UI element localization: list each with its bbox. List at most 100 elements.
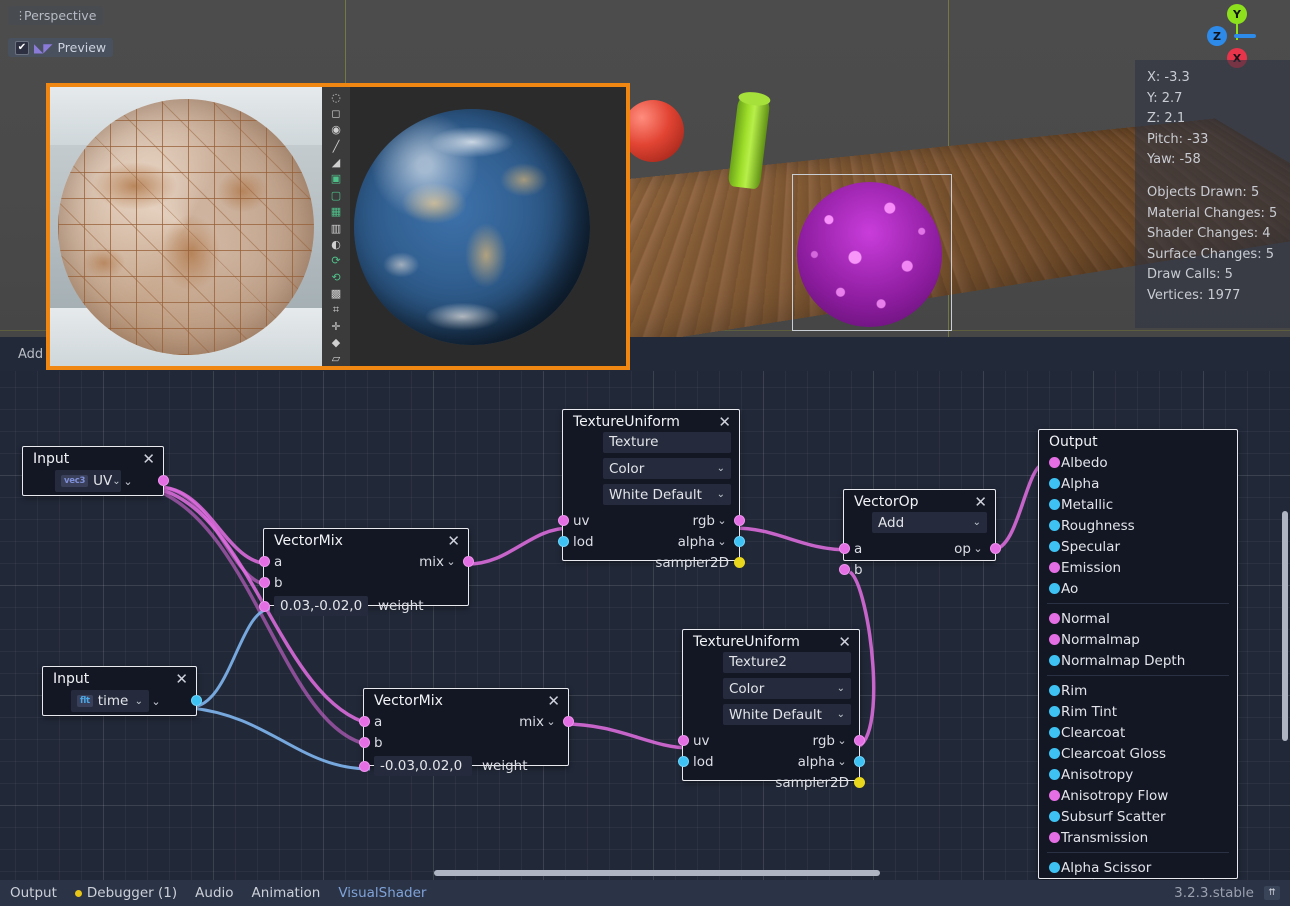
node-title-bar[interactable]: Output bbox=[1039, 430, 1237, 452]
output-port-row[interactable]: Ao bbox=[1039, 578, 1237, 599]
input-port-weight[interactable] bbox=[259, 601, 270, 612]
output-port-dot[interactable] bbox=[1049, 811, 1060, 822]
chevron-down-icon[interactable]: ⌄ bbox=[717, 463, 725, 474]
close-icon[interactable]: ✕ bbox=[175, 672, 188, 686]
output-port-alpha[interactable] bbox=[854, 756, 865, 767]
port-expand-caret[interactable]: ⌄ bbox=[444, 555, 458, 568]
input-port-a[interactable] bbox=[359, 716, 370, 727]
output-port-row[interactable]: Subsurf Scatter bbox=[1039, 806, 1237, 827]
input-source-select[interactable]: flt time ⌄ bbox=[71, 690, 149, 712]
refresh-icon[interactable]: ⟳ bbox=[326, 254, 346, 268]
output-port-rgb[interactable] bbox=[734, 515, 745, 526]
select-mode-icon[interactable]: ◌ bbox=[326, 90, 346, 104]
output-port-row[interactable]: Clearcoat Gloss bbox=[1039, 743, 1237, 764]
output-port-dot[interactable] bbox=[1049, 520, 1060, 531]
output-port-uv[interactable] bbox=[158, 475, 169, 486]
output-port-rgb[interactable] bbox=[854, 735, 865, 746]
output-port-row[interactable]: Anisotropy bbox=[1039, 764, 1237, 785]
port-expand-caret[interactable]: ⌄ bbox=[715, 535, 729, 548]
mesh-icon[interactable]: ◆ bbox=[326, 335, 346, 349]
output-port-dot[interactable] bbox=[1049, 499, 1060, 510]
snap-icon[interactable]: ◢ bbox=[326, 155, 346, 169]
light-icon[interactable]: ◐ bbox=[326, 237, 346, 251]
close-icon[interactable]: ✕ bbox=[838, 635, 851, 649]
chevron-down-icon[interactable]: ⌄ bbox=[837, 683, 845, 694]
output-port-dot[interactable] bbox=[1049, 748, 1060, 759]
panel-tab-audio[interactable]: Audio bbox=[195, 885, 233, 901]
node-title-bar[interactable]: TextureUniform ✕ bbox=[683, 630, 859, 652]
axis-gizmo[interactable]: Y Z X bbox=[1206, 4, 1268, 66]
preview-toggle-button[interactable]: ✔ ◣◤ Preview bbox=[8, 38, 113, 57]
chevron-down-icon[interactable]: ⌄ bbox=[837, 709, 845, 720]
weight-input[interactable]: 0.03,-0.02,0 bbox=[274, 596, 368, 616]
output-port-row[interactable]: Normalmap Depth bbox=[1039, 650, 1237, 671]
node-title-bar[interactable]: VectorMix ✕ bbox=[364, 689, 568, 711]
output-port-row[interactable]: Alpha bbox=[1039, 473, 1237, 494]
node-vectormix-1[interactable]: VectorMix ✕ a mix ⌄ b 0.03,-0.02,0 weigh… bbox=[263, 528, 469, 606]
output-port-dot[interactable] bbox=[1049, 790, 1060, 801]
input-port-a[interactable] bbox=[259, 556, 270, 567]
gizmo-axis-z[interactable]: Z bbox=[1207, 26, 1227, 46]
material-preview-window[interactable]: ◌ ◻ ◉ ╱ ◢ ▣ ▢ ▦ ▥ ◐ ⟳ ⟲ ▩ ⌗ ✛ ◆ ▱ bbox=[46, 83, 630, 370]
close-icon[interactable]: ✕ bbox=[547, 694, 560, 708]
camera-icon[interactable]: ▩ bbox=[326, 286, 346, 300]
ungroup-icon[interactable]: ▥ bbox=[326, 221, 346, 235]
port-expand-caret[interactable]: ⌄ bbox=[835, 755, 849, 768]
output-port-dot[interactable] bbox=[1049, 562, 1060, 573]
output-port-row[interactable]: Metallic bbox=[1039, 494, 1237, 515]
output-port-mix[interactable] bbox=[463, 556, 474, 567]
node-input-time[interactable]: Input ✕ flt time ⌄ ⌄ bbox=[42, 666, 197, 716]
graph-horizontal-scrollbar[interactable] bbox=[0, 866, 1290, 880]
perspective-menu-button[interactable]: ⋮ Perspective bbox=[8, 6, 103, 25]
node-title-bar[interactable]: Input ✕ bbox=[23, 447, 163, 469]
port-expand-caret[interactable]: ⌄ bbox=[971, 542, 985, 555]
output-port-row[interactable]: Albedo bbox=[1039, 452, 1237, 473]
axis-icon[interactable]: ⌗ bbox=[326, 303, 346, 317]
uniform-default-select[interactable]: White Default ⌄ bbox=[723, 704, 851, 725]
output-port-row[interactable]: Anisotropy Flow bbox=[1039, 785, 1237, 806]
node-title-bar[interactable]: Input ✕ bbox=[43, 667, 196, 689]
input-port-a[interactable] bbox=[839, 543, 850, 554]
input-source-select[interactable]: vec3 UV ⌄ bbox=[55, 470, 121, 492]
output-port-mix[interactable] bbox=[563, 716, 574, 727]
node-title-bar[interactable]: TextureUniform ✕ bbox=[563, 410, 739, 432]
close-icon[interactable]: ✕ bbox=[974, 495, 987, 509]
output-port-dot[interactable] bbox=[1049, 634, 1060, 645]
node-output[interactable]: Output AlbedoAlphaMetallicRoughnessSpecu… bbox=[1038, 429, 1238, 879]
chevron-down-icon[interactable]: ⌄ bbox=[717, 489, 725, 500]
operator-select[interactable]: Add ⌄ bbox=[872, 512, 987, 533]
preview-vertical-toolbar[interactable]: ◌ ◻ ◉ ╱ ◢ ▣ ▢ ▦ ▥ ◐ ⟳ ⟲ ▩ ⌗ ✛ ◆ ▱ bbox=[322, 87, 350, 366]
bone-icon[interactable]: ✛ bbox=[326, 319, 346, 333]
output-port-row[interactable]: Specular bbox=[1039, 536, 1237, 557]
output-port-dot[interactable] bbox=[1049, 769, 1060, 780]
input-port-b[interactable] bbox=[359, 737, 370, 748]
input-port-b[interactable] bbox=[839, 564, 850, 575]
output-port-row[interactable]: Clearcoat bbox=[1039, 722, 1237, 743]
uniform-type-select[interactable]: Color ⌄ bbox=[603, 458, 731, 479]
output-port-row[interactable]: Roughness bbox=[1039, 515, 1237, 536]
input-port-uv[interactable] bbox=[678, 735, 689, 746]
output-port-alpha[interactable] bbox=[734, 536, 745, 547]
uniform-name-input[interactable]: Texture bbox=[603, 432, 731, 453]
node-vectorop[interactable]: VectorOp ✕ Add ⌄ a op ⌄ b bbox=[843, 489, 996, 561]
output-port-row[interactable]: Rim Tint bbox=[1039, 701, 1237, 722]
output-port-dot[interactable] bbox=[1049, 613, 1060, 624]
port-expand-caret[interactable]: ⌄ bbox=[544, 715, 558, 728]
output-port-row[interactable]: Normal bbox=[1039, 608, 1237, 629]
output-port-dot[interactable] bbox=[1049, 655, 1060, 666]
node-textureuniform-1[interactable]: TextureUniform ✕ Texture Color ⌄ White D… bbox=[562, 409, 740, 561]
port-expand-caret[interactable]: ⌄ bbox=[715, 514, 729, 527]
expand-bottom-panel-icon[interactable]: ⇈ bbox=[1264, 886, 1280, 900]
rotate-mode-icon[interactable]: ◉ bbox=[326, 123, 346, 137]
output-port-dot[interactable] bbox=[1049, 541, 1060, 552]
chevron-down-icon[interactable]: ⌄ bbox=[973, 517, 981, 528]
node-vectormix-2[interactable]: VectorMix ✕ a mix ⌄ b -0.03,0.02,0 weigh… bbox=[363, 688, 569, 766]
node-textureuniform-2[interactable]: TextureUniform ✕ Texture2 Color ⌄ White … bbox=[682, 629, 860, 781]
port-expand-caret[interactable]: ⌄ bbox=[121, 475, 135, 488]
graph-horizontal-scrollbar-thumb[interactable] bbox=[434, 870, 880, 876]
close-icon[interactable]: ✕ bbox=[142, 452, 155, 466]
close-icon[interactable]: ✕ bbox=[447, 534, 460, 548]
output-port-dot[interactable] bbox=[1049, 706, 1060, 717]
add-node-button[interactable]: Add bbox=[18, 347, 43, 362]
panel-tab-debugger[interactable]: Debugger (1) bbox=[75, 885, 177, 901]
